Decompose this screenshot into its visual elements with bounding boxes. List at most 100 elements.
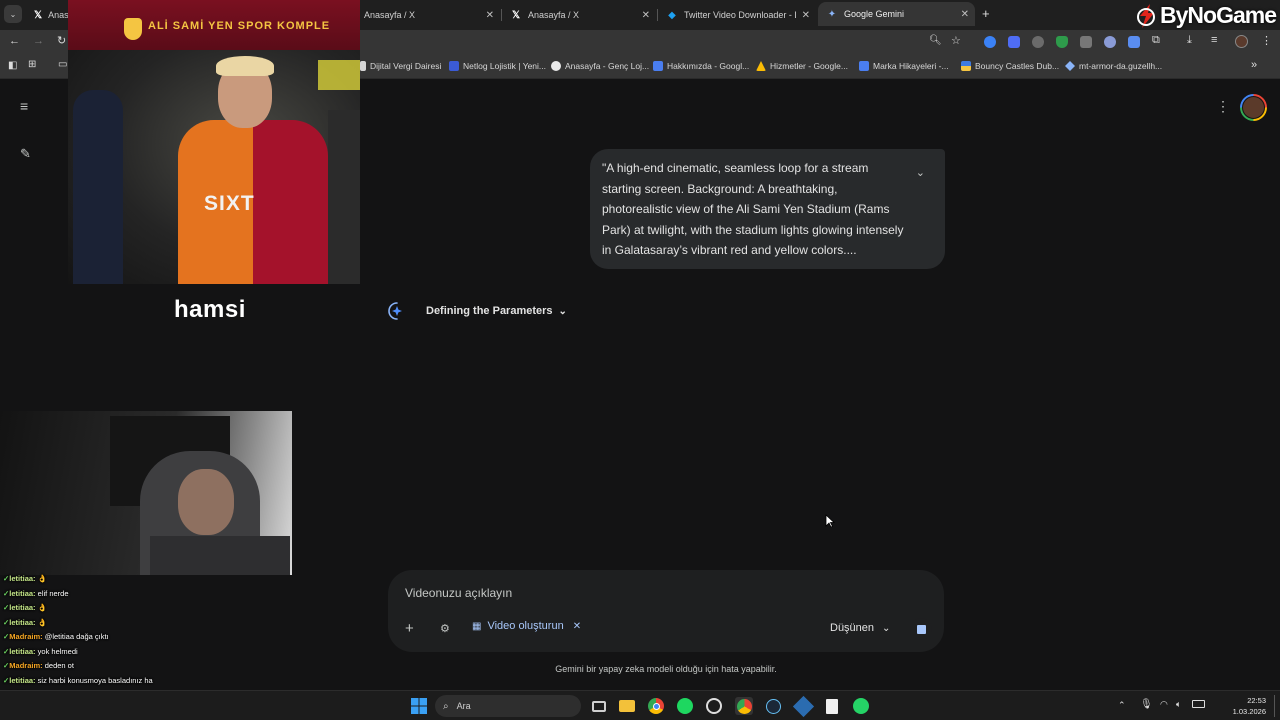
spotify-icon[interactable]	[676, 697, 694, 715]
bookmarks-overflow-button[interactable]: »	[1251, 59, 1257, 71]
windows-start-icon[interactable]	[410, 697, 428, 715]
x-logo-icon: 𝕏	[34, 9, 43, 21]
account-avatar[interactable]	[1240, 94, 1267, 121]
tools-icon[interactable]: ⚙	[440, 622, 450, 635]
flag-icon	[961, 61, 971, 71]
camera-icon[interactable]	[1080, 36, 1092, 48]
profile-avatar[interactable]	[1235, 35, 1248, 48]
calendar-video-icon: ▦	[472, 620, 482, 632]
main-menu-icon[interactable]: ≡	[20, 98, 28, 114]
omnibox[interactable]	[358, 32, 970, 52]
close-icon[interactable]: ✕	[642, 10, 650, 21]
clock-time: 22:53	[1247, 696, 1266, 705]
close-icon[interactable]: ✕	[486, 10, 494, 21]
tab-anasayfa-3[interactable]: 𝕏 Anasayfa / X ✕	[502, 4, 656, 26]
chat-message: ✓letitiaa: siz harbi konusmoya basladını…	[3, 676, 153, 685]
bookmark-item[interactable]: Bouncy Castles Dub...	[961, 59, 1059, 73]
whatsapp-icon[interactable]	[852, 697, 870, 715]
expand-chevron-icon[interactable]: ⌄	[916, 163, 925, 184]
chat-username: Madraim:	[9, 632, 43, 641]
download-helper-icon[interactable]	[1128, 36, 1140, 48]
tab-google-gemini[interactable]: ✦ Google Gemini ✕	[818, 2, 975, 26]
chat-username: letitiaa:	[9, 603, 36, 612]
volume-icon[interactable]: 🔈︎	[1176, 699, 1181, 710]
mode-selector[interactable]: Düşünen ⌄	[830, 622, 890, 634]
system-clock[interactable]: 22:53 1.03.2026	[1233, 695, 1266, 717]
chip-label: Video oluşturun	[487, 620, 564, 632]
apps-grid-icon[interactable]: ⊞	[28, 59, 36, 70]
windows-taskbar: ⌕ Ara ⌃ 🎙︎ ◠ 🔈︎ 22:53 1.03.2026	[0, 690, 1280, 720]
zoom-icon[interactable]: 🔍︎	[929, 35, 942, 46]
tab-label: Anasayfa / X	[528, 10, 580, 20]
side-panel-icon[interactable]: ◧	[8, 60, 17, 71]
close-icon[interactable]: ✕	[802, 10, 810, 21]
forward-arrow-icon[interactable]: →	[33, 35, 44, 47]
extension-3-icon[interactable]	[1032, 36, 1044, 48]
bookmark-item[interactable]: Anasayfa - Genç Loj...	[551, 59, 649, 73]
search-label: Ara	[456, 701, 471, 711]
chat-message: ✓letitiaa: 👌	[3, 603, 47, 612]
new-chat-icon[interactable]: ✎	[20, 146, 31, 162]
mouse-cursor-icon	[825, 514, 835, 528]
more-options-icon[interactable]: ⋮	[1216, 98, 1230, 115]
add-icon[interactable]: +	[405, 620, 414, 637]
chat-username: letitiaa:	[9, 574, 36, 583]
chrome-active-icon[interactable]	[735, 697, 753, 715]
thinking-status[interactable]: Defining the Parameters ⌄	[386, 300, 567, 322]
network-app-icon[interactable]	[792, 695, 814, 717]
media-control-icon[interactable]: ≡	[1211, 34, 1217, 46]
bookmark-item[interactable]: Netlog Lojistik | Yeni...	[449, 59, 546, 73]
tab-anasayfa-1[interactable]: 𝕏 Anasa	[26, 4, 68, 26]
chat-text: yok helmedi	[35, 647, 78, 656]
bookmark-item[interactable]: mt-armor-da.guzellh...	[1065, 59, 1162, 73]
notepad-icon[interactable]	[823, 697, 841, 715]
chat-text: deden ot	[42, 661, 74, 670]
remove-chip-icon[interactable]: ✕	[573, 621, 581, 632]
stop-generation-button[interactable]	[910, 618, 932, 640]
google-sites-icon	[653, 61, 663, 71]
task-view-icon[interactable]	[590, 697, 608, 715]
steam-alt-icon[interactable]	[705, 697, 723, 715]
tab-search-button[interactable]: ⌄	[4, 5, 22, 23]
extension-4-icon[interactable]	[1104, 36, 1116, 48]
chat-message: ✓letitiaa: yok helmedi	[3, 647, 78, 656]
shield-icon[interactable]	[1056, 36, 1068, 48]
wifi-icon[interactable]: ◠	[1160, 699, 1168, 710]
tab-label: Anasayfa / X	[364, 10, 416, 20]
tray-overflow-icon[interactable]: ⌃	[1118, 700, 1126, 711]
composer-placeholder[interactable]: Videonuzu açıklayın	[405, 586, 512, 600]
tab-twitter-video-downloader[interactable]: ◆ Twitter Video Downloader - Do ✕	[658, 4, 816, 26]
bookmark-item[interactable]: Hizmetler - Google...	[756, 59, 848, 73]
download-icon[interactable]: ⤓	[1187, 34, 1192, 47]
file-explorer-icon[interactable]	[618, 697, 636, 715]
show-desktop-strip[interactable]	[1274, 695, 1275, 717]
close-icon[interactable]: ✕	[961, 9, 969, 20]
folder-icon[interactable]: ▭	[58, 59, 67, 70]
search-icon: ⌕	[443, 700, 449, 712]
clock-date: 1.03.2026	[1232, 707, 1266, 716]
new-tab-button[interactable]: +	[982, 6, 990, 21]
extensions-puzzle-icon[interactable]: ⧉	[1152, 34, 1160, 47]
chrome-icon[interactable]	[647, 697, 665, 715]
jersey-text: SIXT	[204, 192, 255, 215]
back-arrow-icon[interactable]: ←	[9, 35, 20, 47]
bookmark-item[interactable]: Hakkımızda - Googl...	[653, 59, 749, 73]
bookmark-item[interactable]: Marka Hikayeleri -...	[859, 59, 949, 73]
extension-1-icon[interactable]	[984, 36, 996, 48]
bookmark-star-icon[interactable]: ☆	[951, 34, 961, 47]
reload-icon[interactable]: ↻	[57, 34, 66, 47]
video-tool-chip[interactable]: ▦ Video oluşturun ✕	[472, 620, 581, 632]
thinking-label: Defining the Parameters	[426, 305, 553, 317]
extension-2-icon[interactable]	[1008, 36, 1020, 48]
tab-anasayfa-2[interactable]: Anasayfa / X ✕	[362, 4, 500, 26]
prompt-composer[interactable]: Videonuzu açıklayın + ⚙ ▦ Video oluşturu…	[388, 570, 944, 652]
browser-menu-icon[interactable]: ⋮	[1261, 34, 1272, 47]
steam-icon[interactable]	[764, 697, 782, 715]
microphone-icon[interactable]: 🎙︎	[1140, 699, 1153, 710]
taskbar-search[interactable]: ⌕ Ara	[435, 695, 581, 717]
user-prompt-text: "A high-end cinematic, seamless loop for…	[602, 161, 904, 257]
bookmark-label: Hakkımızda - Googl...	[667, 61, 750, 71]
bookmark-item[interactable]: Dijital Vergi Dairesi	[360, 59, 441, 73]
battery-icon[interactable]	[1192, 700, 1205, 708]
bookmark-favicon-icon	[360, 61, 366, 71]
